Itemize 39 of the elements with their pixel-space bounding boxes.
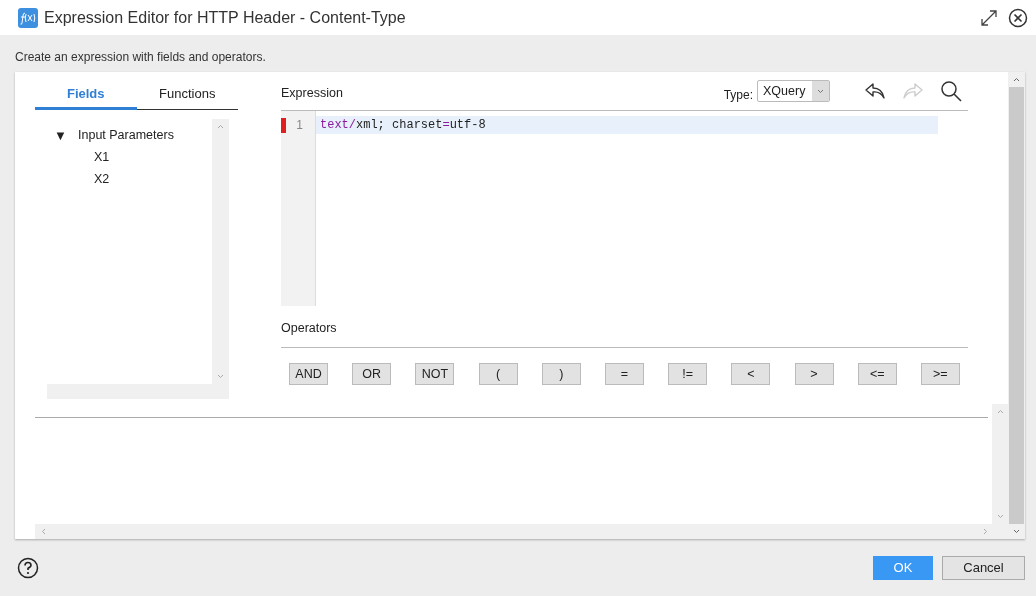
operator-button[interactable]: >= xyxy=(920,363,960,385)
operator-button[interactable]: != xyxy=(668,363,708,385)
instruction-text: Create an expression with fields and operators. xyxy=(15,49,267,66)
operator-button[interactable]: AND xyxy=(289,363,328,385)
type-dropdown[interactable]: XQuery xyxy=(757,80,830,102)
window-title: Expression Editor for HTTP Header - Content-Type xyxy=(44,8,407,27)
line-number: 1 xyxy=(295,118,304,132)
chevron-up-icon[interactable] xyxy=(1013,77,1020,82)
search-icon[interactable] xyxy=(940,80,962,102)
close-icon[interactable] xyxy=(1008,7,1028,28)
operator-button[interactable]: NOT xyxy=(415,363,455,385)
help-icon[interactable] xyxy=(17,556,39,579)
expand-toggle[interactable]: ▼ xyxy=(54,127,68,143)
operator-button[interactable]: > xyxy=(794,363,834,385)
tree-item[interactable]: Input Parameters xyxy=(78,128,174,142)
type-label: Type: xyxy=(723,88,753,102)
cancel-button[interactable]: Cancel xyxy=(942,555,1025,580)
operator-button[interactable]: < xyxy=(731,363,771,385)
operators-label: Operators xyxy=(281,307,968,348)
operator-button[interactable]: <= xyxy=(857,363,897,385)
tab[interactable]: Fields xyxy=(35,80,137,110)
code-editor[interactable]: 1 text/xml; charset=utf-8 xyxy=(281,111,968,307)
undo-icon[interactable] xyxy=(864,81,886,101)
tree-item[interactable]: X2 xyxy=(94,172,110,186)
function-icon xyxy=(18,7,38,28)
operator-button[interactable]: ) xyxy=(541,363,581,385)
operator-button[interactable]: OR xyxy=(352,363,392,385)
horizontal-scrollbar[interactable] xyxy=(35,524,1008,539)
expression-label: Expression xyxy=(281,85,344,100)
chevron-left-icon[interactable] xyxy=(41,528,46,535)
tree-item[interactable]: X1 xyxy=(94,150,110,164)
chevron-right-icon[interactable] xyxy=(983,528,988,535)
chevron-down-icon[interactable] xyxy=(1013,529,1020,534)
operator-button[interactable]: = xyxy=(604,363,644,385)
caret-icon xyxy=(817,88,824,94)
tab[interactable]: Functions xyxy=(136,80,238,110)
vertical-scrollbar[interactable] xyxy=(1008,72,1025,539)
expand-icon[interactable] xyxy=(980,8,998,27)
operator-button[interactable]: ( xyxy=(478,363,518,385)
